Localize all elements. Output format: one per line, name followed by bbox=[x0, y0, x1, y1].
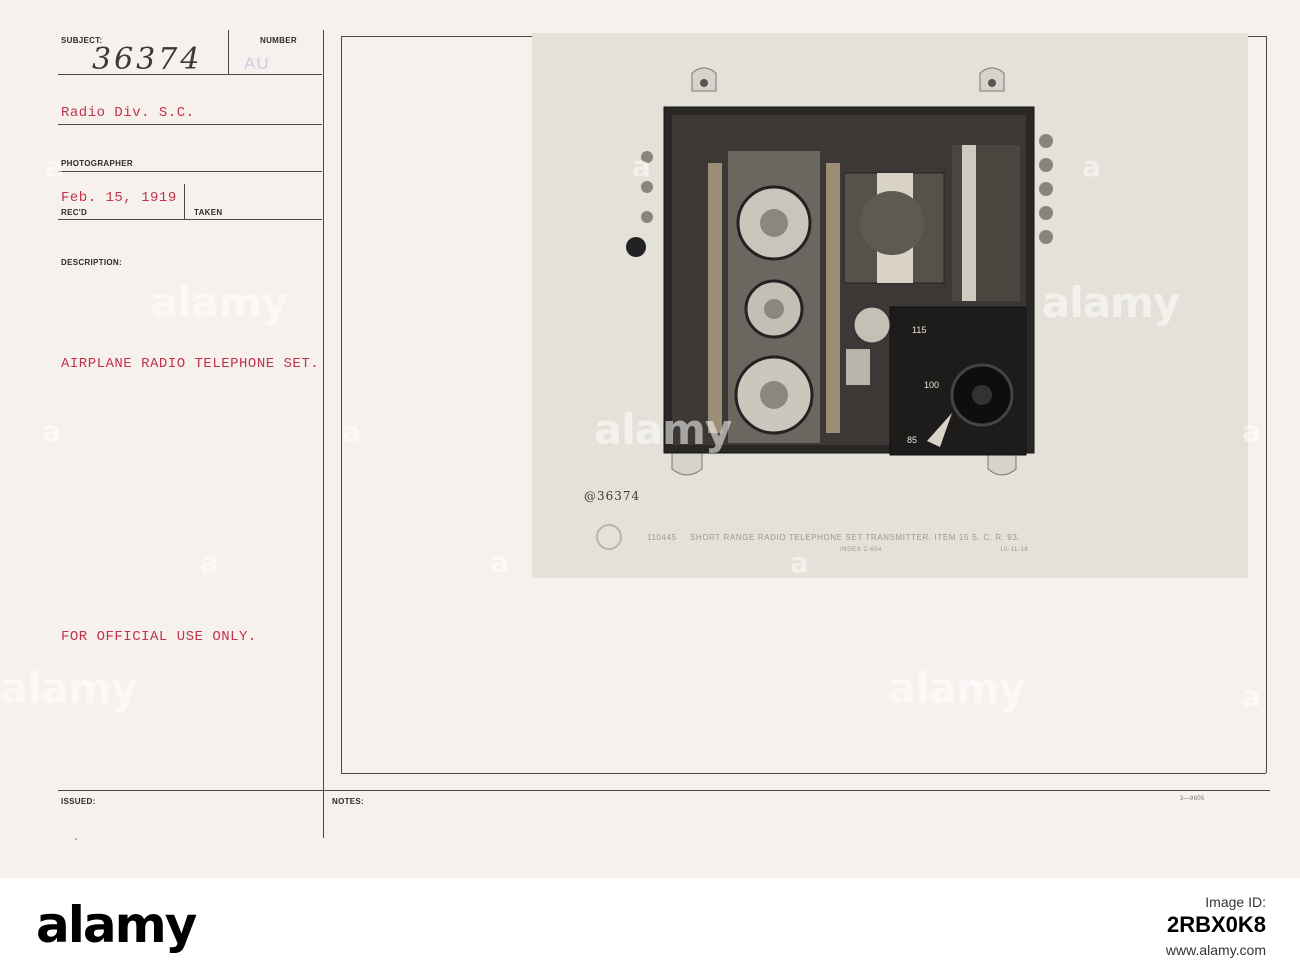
stamp-code: AU bbox=[244, 54, 270, 73]
watermark-mark: a bbox=[490, 546, 509, 579]
caption-text: SHORT RANGE RADIO TELEPHONE SET TRANSMIT… bbox=[690, 533, 1021, 542]
date-text: Feb. 15, 1919 bbox=[61, 190, 177, 206]
watermark-logo: alamy bbox=[888, 664, 1026, 713]
notes-label: NOTES: bbox=[332, 797, 365, 806]
issued-mark: · bbox=[73, 835, 80, 846]
image-id-label: Image ID: bbox=[1205, 894, 1266, 910]
rule bbox=[184, 184, 185, 219]
taken-label: TAKEN bbox=[194, 208, 223, 217]
frame-right bbox=[1266, 36, 1267, 773]
dial-mark: 85 bbox=[907, 435, 917, 445]
photo-handwritten-number: @36374 bbox=[584, 489, 641, 503]
frame-bottom bbox=[341, 773, 1266, 774]
dial-mark: 100 bbox=[924, 380, 939, 390]
watermark-logo: alamy bbox=[1042, 278, 1180, 327]
issued-label: ISSUED: bbox=[61, 797, 96, 806]
form-code: 3—9605 bbox=[1180, 796, 1205, 802]
footer-bar: alamy Image ID: 2RBX0K8 www.alamy.com bbox=[0, 878, 1300, 969]
recd-label: REC'D bbox=[61, 208, 88, 217]
rule bbox=[58, 219, 322, 220]
watermark-mark: a bbox=[45, 150, 64, 183]
number-label: NUMBER bbox=[260, 36, 297, 45]
watermark-mark: a bbox=[790, 546, 809, 579]
site-link[interactable]: www.alamy.com bbox=[1166, 942, 1266, 958]
watermark-mark: a bbox=[1242, 415, 1261, 448]
index-card: SUBJECT: NUMBER 36374 AU Radio Div. S.C.… bbox=[0, 0, 1300, 878]
caption-date: 10-11-18 bbox=[1000, 547, 1029, 553]
watermark-mark: a bbox=[42, 415, 61, 448]
description-text: AIRPLANE RADIO TELEPHONE SET. bbox=[61, 356, 320, 372]
watermark-logo: alamy bbox=[150, 278, 288, 327]
subject-text: Radio Div. S.C. bbox=[61, 105, 195, 121]
official-note: FOR OFFICIAL USE ONLY. bbox=[61, 629, 257, 645]
image-id-block: Image ID: 2RBX0K8 www.alamy.com bbox=[1166, 894, 1266, 958]
watermark-mark: a bbox=[632, 150, 651, 183]
rule bbox=[228, 30, 229, 74]
frame-left bbox=[341, 36, 342, 773]
column-divider bbox=[323, 30, 324, 838]
description-label: DESCRIPTION: bbox=[61, 258, 122, 267]
watermark-logo: alamy bbox=[594, 405, 732, 454]
watermark-mark: a bbox=[1242, 680, 1261, 713]
caption-number: 110445 bbox=[647, 533, 677, 542]
rule bbox=[58, 124, 322, 125]
watermark-mark: a bbox=[342, 415, 361, 448]
brand-logo[interactable]: alamy bbox=[36, 896, 197, 954]
rule bbox=[58, 171, 322, 172]
watermark-mark: a bbox=[1082, 150, 1101, 183]
dial-mark: 115 bbox=[912, 325, 926, 335]
bottom-rule bbox=[58, 790, 1270, 791]
watermark-logo: alamy bbox=[0, 664, 138, 713]
caption-index: INDEX 2-654 bbox=[840, 547, 882, 553]
image-id-value: 2RBX0K8 bbox=[1166, 912, 1266, 937]
watermark-mark: a bbox=[200, 546, 219, 579]
photographer-label: PHOTOGRAPHER bbox=[61, 159, 133, 168]
subject-number: 36374 bbox=[92, 42, 203, 77]
